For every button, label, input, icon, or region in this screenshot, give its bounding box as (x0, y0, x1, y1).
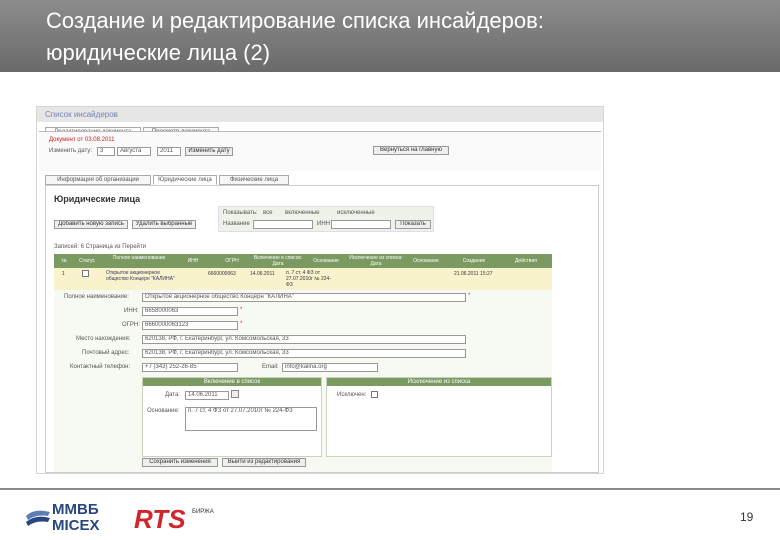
col-exclude-basis: Основание (413, 258, 439, 264)
month-select[interactable]: Августа (117, 147, 151, 156)
rts-logo: RTS БИРЖА (134, 503, 224, 535)
slide-title-line1: Создание и редактирование списка инсайде… (46, 8, 544, 33)
calendar-icon[interactable] (231, 390, 239, 398)
col-status: Статус (79, 258, 95, 264)
slide-title-line2: юридические лица (2) (46, 40, 271, 65)
page-number: 19 (740, 510, 754, 524)
rts-text: RTS (134, 504, 186, 534)
postal-input[interactable]: 620138, РФ, г. Екатеринбург, ул. Комсомо… (142, 349, 466, 358)
row-created: 21.06.2011 15:27 (454, 271, 493, 277)
filter-inn-label: ИНН (317, 221, 330, 227)
filter-option-included[interactable]: включенные (285, 210, 320, 216)
phone-input[interactable]: +7 (343) 252-26-85 (142, 363, 238, 372)
col-full-name: Полное наименование (112, 255, 166, 261)
col-actions: Действия (515, 258, 537, 264)
col-inn: ИНН (187, 258, 199, 264)
filter-box: Показывать: все включенные исключенные Н… (218, 206, 434, 232)
filter-option-all[interactable]: все (263, 210, 272, 216)
add-record-button[interactable]: Добавить новую запись (54, 220, 128, 229)
excluded-checkbox[interactable] (371, 391, 378, 398)
required-mark: * (468, 293, 471, 299)
section-title: Юридические лица (54, 194, 141, 204)
day-select[interactable]: 3 (97, 147, 115, 156)
back-home-button[interactable]: Вернуться на главную (373, 146, 449, 155)
exclude-section: Исключение из списка Исключен: (326, 377, 552, 457)
subtab-individuals[interactable]: Физические лица (219, 175, 289, 185)
filter-name-input[interactable] (253, 220, 313, 229)
search-button[interactable]: Показать (395, 220, 431, 229)
email-label: Email: (262, 364, 279, 370)
col-include-basis: Основание (313, 258, 339, 264)
basis-label: Основание: (147, 408, 180, 414)
change-date-button[interactable]: Изменить дату (185, 147, 233, 156)
save-button[interactable]: Сохранить изменения (142, 458, 218, 467)
phone-label: Контактный телефон: (70, 364, 131, 370)
table-header: № Статус Полное наименование ИНН ОГРН Вк… (54, 254, 552, 268)
col-num: № (61, 258, 67, 264)
col-exclude-date: Исключение из списка: Дата (349, 255, 403, 267)
ogrn-label: ОГРН: (122, 322, 140, 328)
mmvb-text: ММВБ (52, 501, 99, 518)
exit-edit-button[interactable]: Выйти из редактирования (222, 458, 306, 467)
document-date-bar: Документ от 03.08.2011 Изменить дату: 3 … (39, 131, 601, 171)
row-num: 1 (62, 271, 65, 277)
birzha-text: БИРЖА (192, 509, 214, 515)
location-label: Место нахождения: (76, 336, 131, 342)
email-input[interactable]: info@kalina.org (282, 363, 378, 372)
col-include-date: Включение в список: Дата (253, 255, 303, 267)
inn-input[interactable]: 6658000063 (142, 307, 238, 316)
subtab-legal-entities[interactable]: Юридические лица (153, 175, 217, 185)
row-include-basis: п. 7 ст. 4 ФЗ от 27.07.2010г № 224-ФЗ (286, 270, 331, 288)
mmvb-micex-logo: ММВБ MICEX (24, 500, 134, 536)
year-select[interactable]: 2011 (157, 147, 181, 156)
change-date-label: Изменить дату: (49, 148, 92, 154)
include-section: Включение в список Дата: 14.06.2011 Осно… (142, 377, 322, 457)
list-title: Список инсайдеров (37, 107, 603, 122)
location-input[interactable]: 620138, РФ, г. Екатеринбург, ул. Комсомо… (142, 335, 466, 344)
col-created: Создание (462, 258, 486, 264)
row-include-date: 14.06.2011 (250, 271, 275, 277)
exclusion-label: Исключен: (337, 392, 367, 398)
mmvb-emblem-icon (26, 510, 50, 526)
include-header: Включение в список (143, 378, 321, 386)
full-name-label: Полное наименование: (64, 294, 129, 300)
basis-textarea[interactable]: п. 7 ст. 4 ФЗ от 27.07.2010г № 224-ФЗ (185, 407, 317, 431)
filter-show-label: Показывать: (223, 210, 258, 216)
required-mark: * (240, 307, 243, 313)
required-mark: * (240, 321, 243, 327)
footer-divider (0, 488, 780, 490)
legal-entities-panel: Юридические лица Добавить новую запись У… (45, 185, 599, 473)
date-label: Дата: (165, 392, 180, 398)
subtab-org-info[interactable]: Информация об организации (45, 175, 151, 185)
inn-label: ИНН: (124, 308, 139, 314)
table-row[interactable]: 1 Открытое акционерное общество Концерн … (54, 268, 552, 290)
micex-text: MICEX (52, 517, 100, 534)
filter-name-label: Название (223, 221, 250, 227)
edit-form: Полное наименование: Открытое акционерно… (54, 290, 552, 472)
row-checkbox[interactable] (82, 270, 89, 277)
exclude-header: Исключение из списка (327, 378, 551, 386)
ogrn-input[interactable]: 6660000063123 (142, 321, 238, 330)
full-name-input[interactable]: Открытое акционерное общество Концерн "К… (142, 293, 466, 302)
include-date-input[interactable]: 14.06.2011 (185, 391, 229, 400)
pagination-text: Записей: 6 Страница из Перейти (54, 244, 146, 250)
slide-header: Создание и редактирование списка инсайде… (0, 0, 780, 72)
filter-inn-input[interactable] (331, 220, 391, 229)
app-screenshot: Список инсайдеров Редактирование докумен… (36, 106, 604, 474)
row-name[interactable]: Открытое акционерное общество Концерн "К… (106, 270, 176, 282)
postal-label: Почтовый адрес: (82, 350, 130, 356)
filter-option-excluded[interactable]: исключенные (337, 210, 375, 216)
col-ogrn: ОГРН (225, 258, 239, 264)
delete-selected-button[interactable]: Удалить выбранные (132, 220, 196, 229)
doc-date-label: Документ от 03.08.2011 (49, 137, 115, 143)
row-ogrn: 6660000063 (208, 271, 236, 277)
